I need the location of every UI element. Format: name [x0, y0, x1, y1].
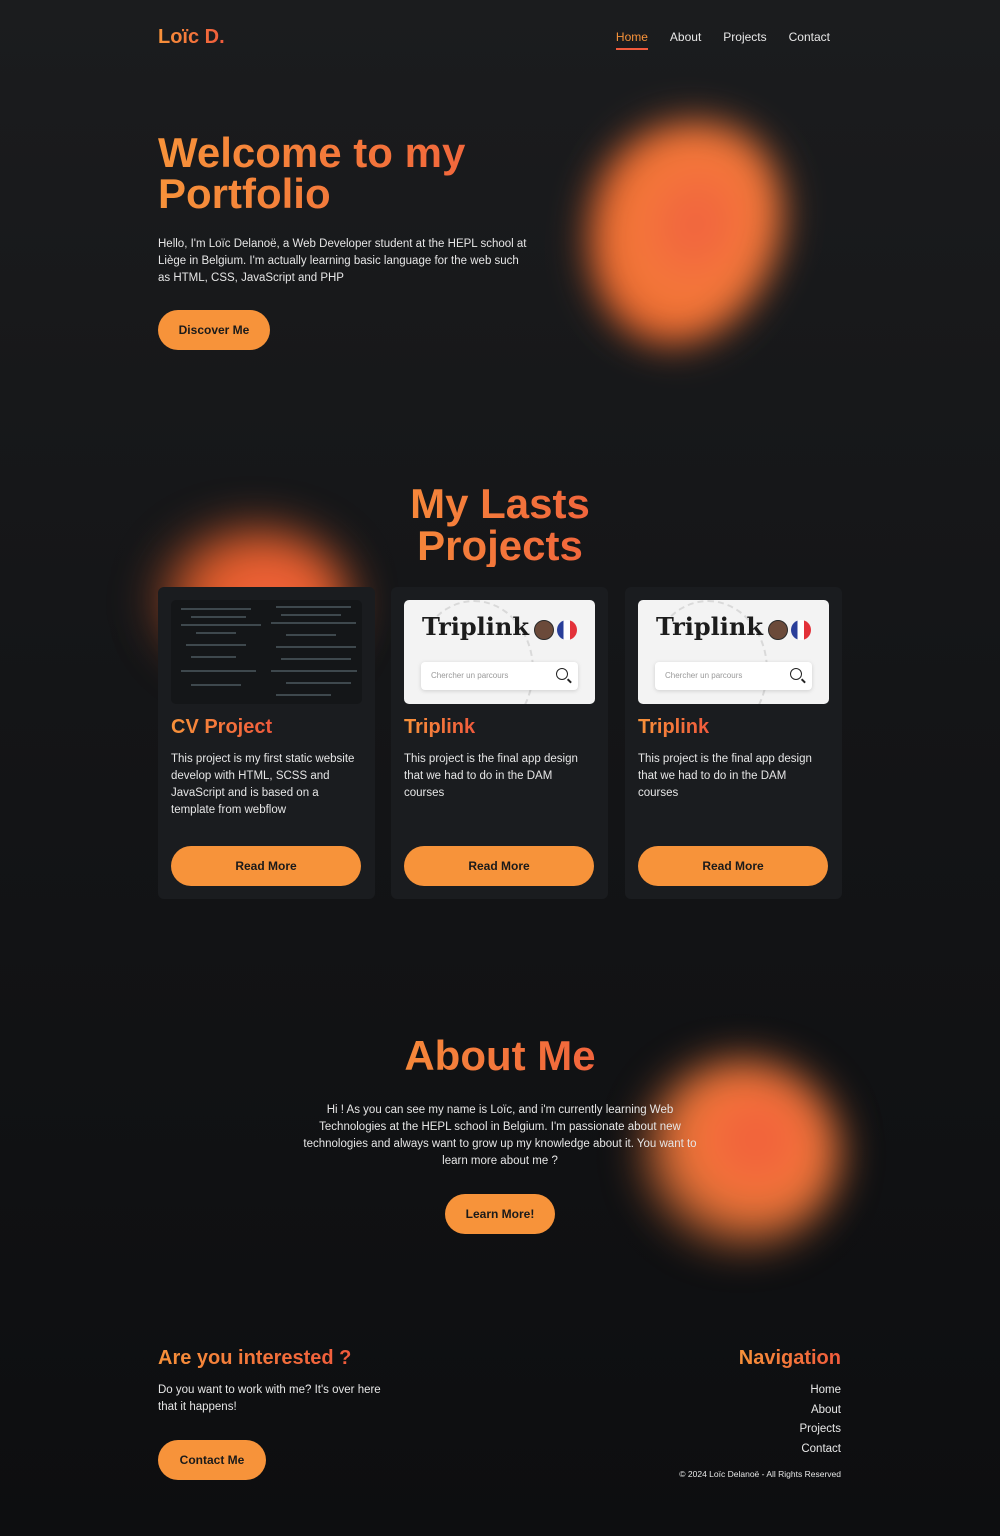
project-card: Triplink Chercher un parcours Triplink T… [625, 587, 842, 899]
footer-nav: Home About Projects Contact [799, 1384, 841, 1462]
hero-title-line2: Portfolio [158, 170, 331, 217]
search-bar-preview: Chercher un parcours [421, 662, 578, 690]
french-flag-icon [557, 620, 577, 640]
decorative-blob [557, 94, 809, 370]
footer-cta-title: Are you interested ? [158, 1347, 352, 1369]
nav-home[interactable]: Home [615, 30, 648, 50]
triplink-wordmark: Triplink [422, 612, 529, 641]
project-card: Triplink Chercher un parcours Triplink T… [391, 587, 608, 899]
search-icon [790, 668, 802, 680]
card-title: Triplink [638, 716, 710, 738]
avatar [768, 620, 788, 640]
hero-intro: Hello, I'm Loïc Delanoë, a Web Developer… [158, 238, 527, 284]
learn-more-button[interactable]: Learn More! [445, 1194, 555, 1234]
code-screenshot-image [171, 600, 362, 704]
nav-about[interactable]: About [670, 30, 701, 50]
avatar [534, 620, 554, 640]
read-more-button[interactable]: Read More [404, 846, 594, 886]
footer-nav-about[interactable]: About [799, 1404, 841, 1424]
projects-title-line1: My Lasts [410, 480, 590, 527]
card-description: This project is the final app design tha… [638, 753, 812, 799]
card-description: This project is my first static website … [171, 753, 355, 816]
logo[interactable]: Loïc D. [158, 26, 225, 49]
footer-nav-home[interactable]: Home [799, 1384, 841, 1404]
about-title: About Me [350, 1035, 650, 1077]
footer-nav-title: Navigation [738, 1347, 841, 1369]
footer-nav-contact[interactable]: Contact [799, 1443, 841, 1463]
projects-title-line2: Projects [417, 522, 583, 569]
card-description: This project is the final app design tha… [404, 753, 578, 799]
projects-title: My Lasts Projects [350, 483, 650, 567]
hero-title: Welcome to my Portfolio [158, 132, 558, 214]
footer-cta-text: Do you want to work with me? It's over h… [158, 1384, 381, 1413]
card-title: CV Project [171, 716, 273, 738]
copyright: © 2024 Loïc Delanoë - All Rights Reserve… [679, 1469, 841, 1479]
hero-title-line1: Welcome to my [158, 129, 466, 176]
triplink-wordmark: Triplink [656, 612, 763, 641]
nav-contact[interactable]: Contact [789, 30, 830, 50]
read-more-button[interactable]: Read More [638, 846, 828, 886]
project-card: CV Project This project is my first stat… [158, 587, 375, 899]
card-title: Triplink [404, 716, 476, 738]
nav-projects[interactable]: Projects [723, 30, 766, 50]
french-flag-icon [791, 620, 811, 640]
about-text: Hi ! As you can see my name is Loïc, and… [303, 1104, 697, 1167]
contact-me-button[interactable]: Contact Me [158, 1440, 266, 1480]
triplink-preview-image: Triplink Chercher un parcours [638, 600, 829, 704]
read-more-button[interactable]: Read More [171, 846, 361, 886]
main-nav: Home About Projects Contact [615, 30, 830, 50]
search-bar-preview: Chercher un parcours [655, 662, 812, 690]
footer-nav-projects[interactable]: Projects [799, 1423, 841, 1443]
triplink-preview-image: Triplink Chercher un parcours [404, 600, 595, 704]
search-icon [556, 668, 568, 680]
discover-me-button[interactable]: Discover Me [158, 310, 270, 350]
